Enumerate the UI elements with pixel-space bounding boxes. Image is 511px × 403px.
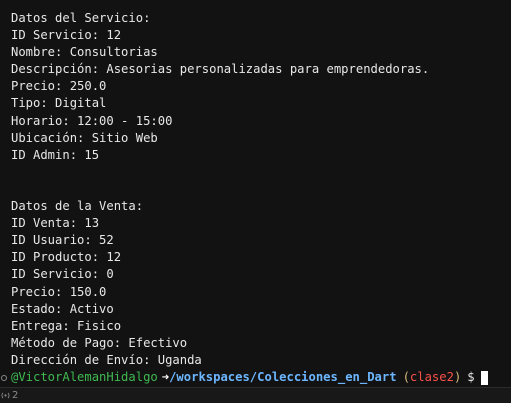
service-line: Descripción: Asesorias personalizadas pa… xyxy=(11,62,430,77)
ports-button[interactable]: 2 xyxy=(1,390,18,401)
text-cursor xyxy=(480,370,488,385)
sale-line: Método de Pago: Efectivo xyxy=(11,335,188,350)
service-line: Tipo: Digital xyxy=(11,96,107,111)
service-line: Precio: 250.0 xyxy=(11,79,107,94)
prompt-user: @VictorAlemanHidalgo xyxy=(11,369,158,384)
service-line: Nombre: Consultorias xyxy=(11,45,158,60)
sale-line: Precio: 150.0 xyxy=(11,284,107,299)
prompt-path: /workspaces/Colecciones_en_Dart xyxy=(169,369,397,384)
service-header: Datos del Servicio: xyxy=(11,11,151,25)
sale-line: Entrega: Fisico xyxy=(11,318,122,333)
service-line: ID Servicio: 12 xyxy=(11,28,122,43)
sale-line: ID Venta: 13 xyxy=(11,216,100,231)
antenna-icon xyxy=(1,392,10,399)
sale-line: Dirección de Envío: Uganda xyxy=(11,352,202,367)
service-line: ID Admin: 15 xyxy=(11,147,100,162)
prompt-branch: clase2 xyxy=(409,369,454,384)
prompt-symbol: $ xyxy=(467,369,475,384)
sale-line: Estado: Activo xyxy=(11,301,114,316)
service-line: Ubicación: Sitio Web xyxy=(11,130,158,145)
sale-line: ID Usuario: 52 xyxy=(11,233,114,248)
terminal-panel[interactable]: Datos del Servicio: ID Servicio: 12 Nomb… xyxy=(0,0,511,387)
shell-prompt[interactable]: @VictorAlemanHidalgo ➜ /workspaces/Colec… xyxy=(0,369,511,386)
ports-count: 2 xyxy=(12,390,19,401)
prompt-close-paren: ) xyxy=(453,369,462,384)
service-line: Horario: 12:00 - 15:00 xyxy=(11,113,173,128)
command-decoration-icon[interactable] xyxy=(1,374,7,381)
sale-header: Datos de la Venta: xyxy=(11,199,144,214)
prompt-open-paren: ( xyxy=(402,369,410,384)
status-bar: 2 xyxy=(0,387,511,403)
prompt-arrow-icon: ➜ xyxy=(161,369,170,384)
sale-line: ID Producto: 12 xyxy=(11,250,122,265)
sale-line: ID Servicio: 0 xyxy=(11,267,114,282)
